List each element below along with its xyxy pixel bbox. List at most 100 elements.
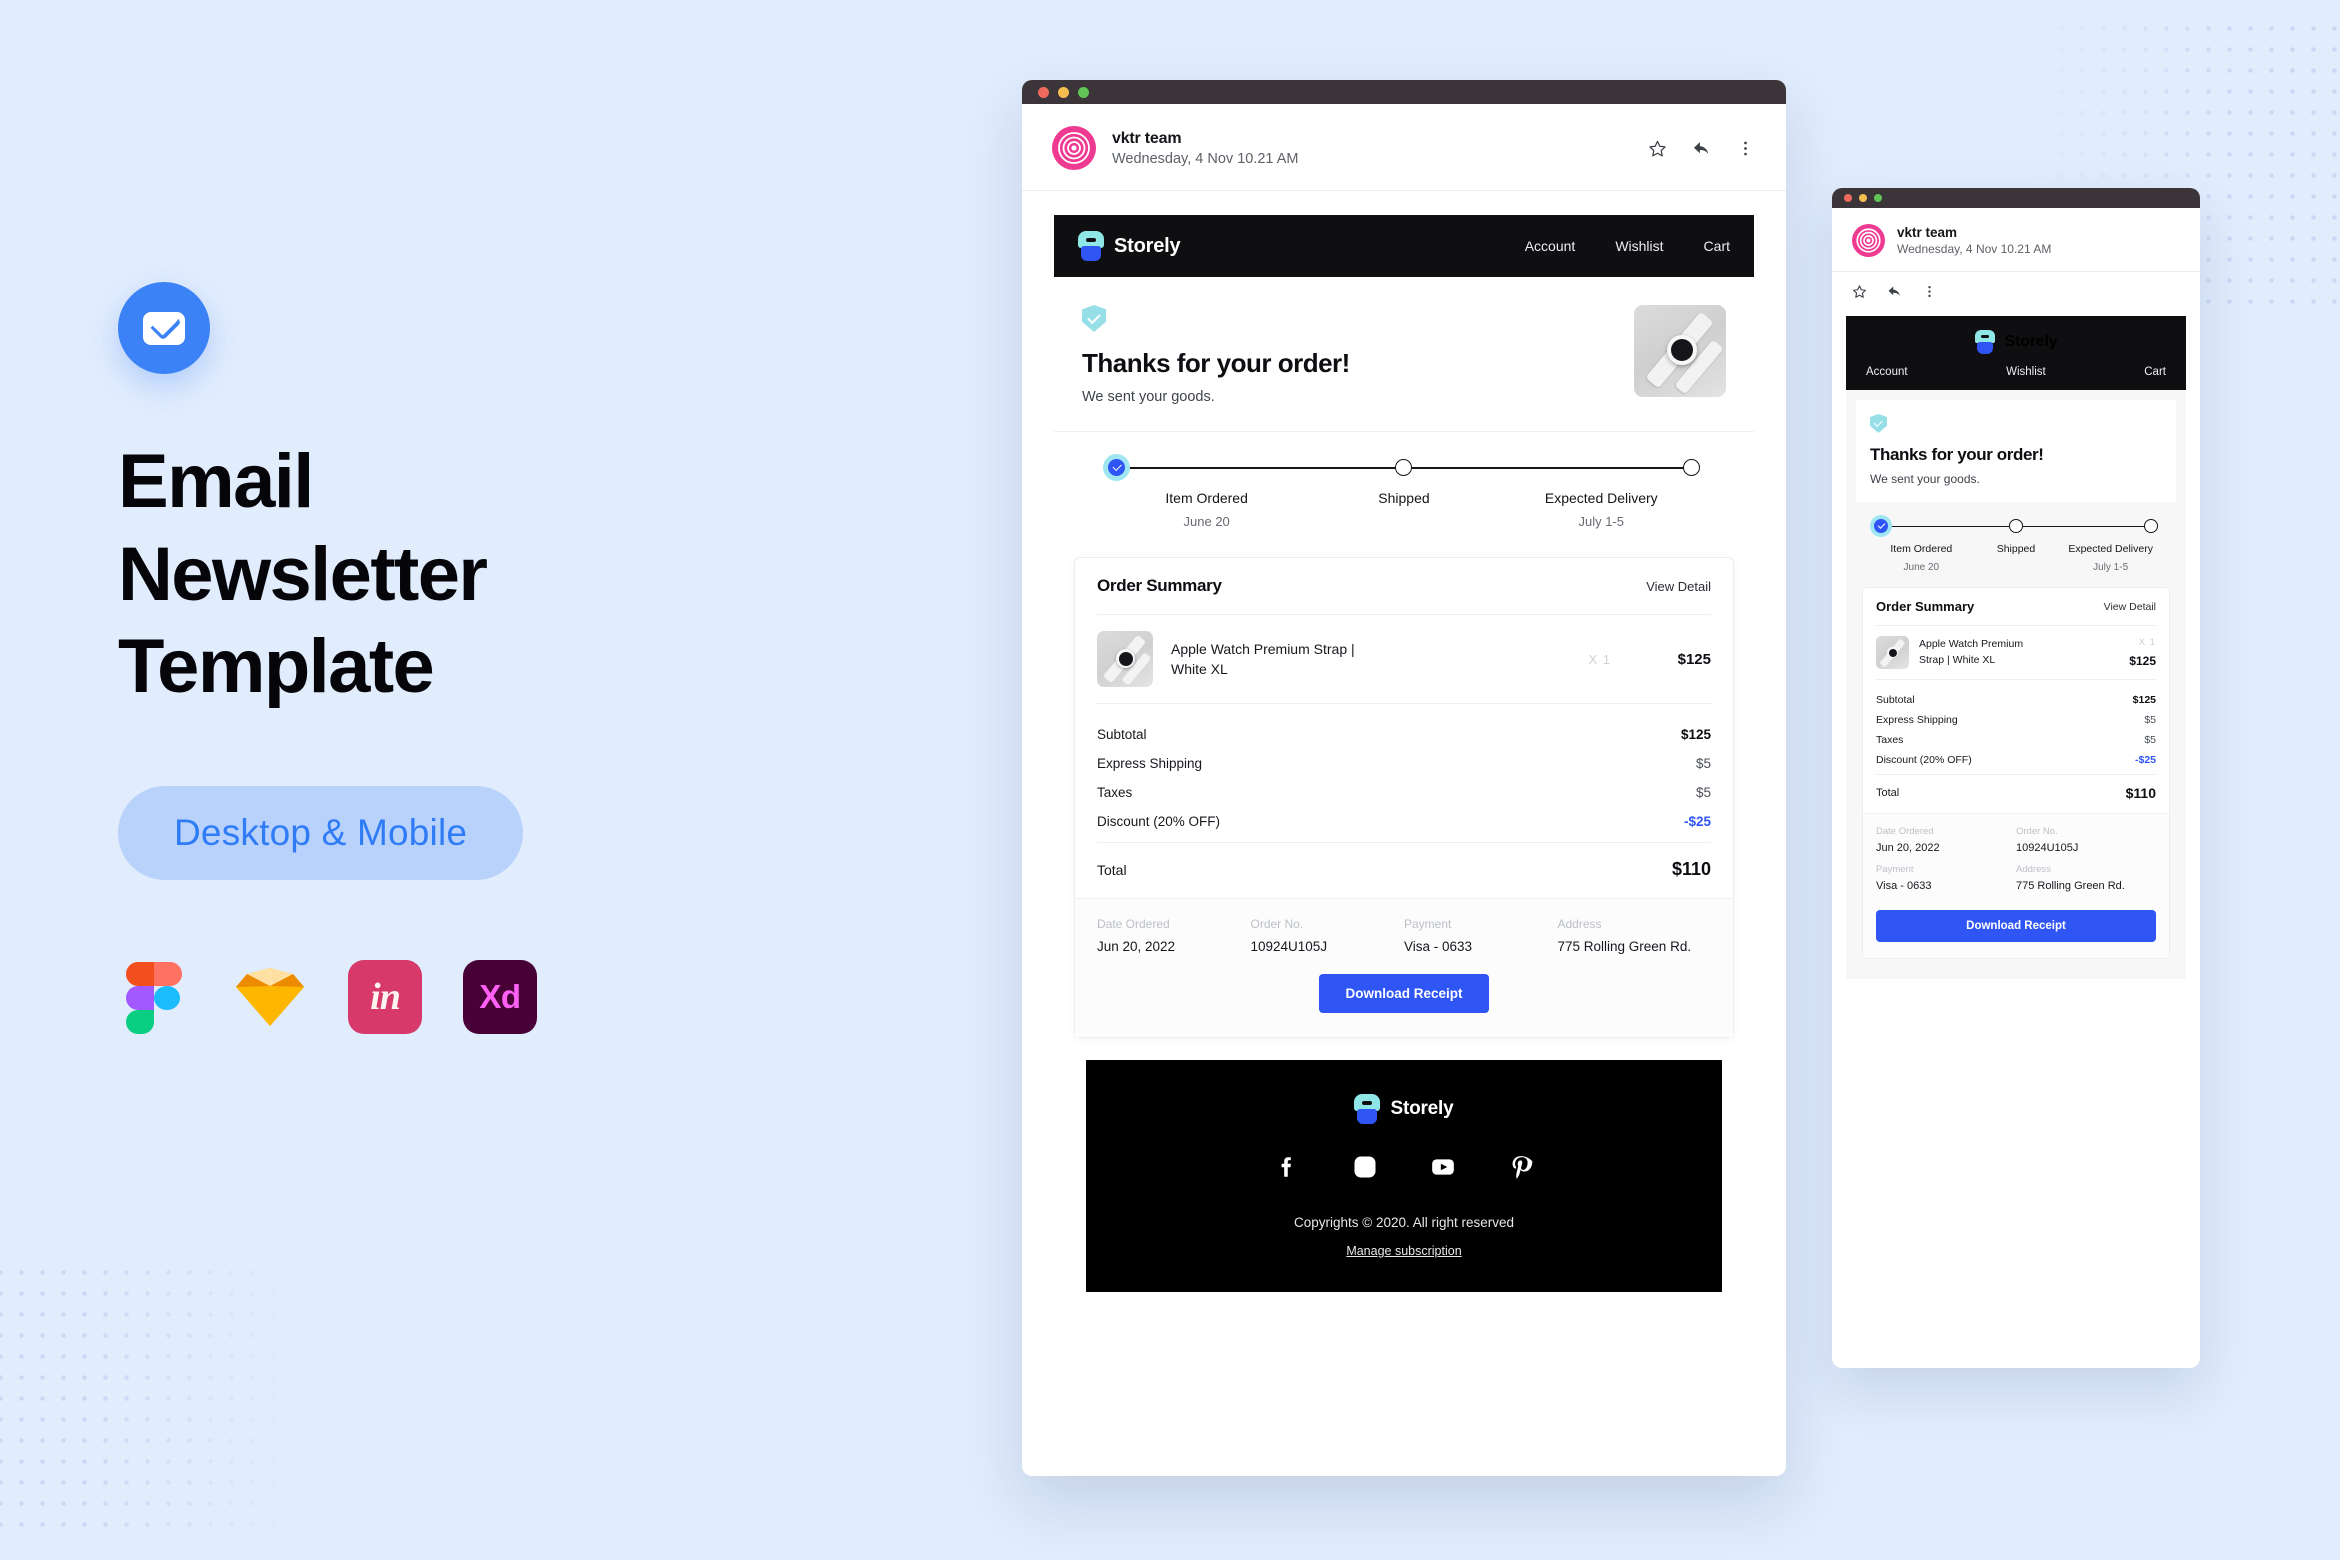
hero-section: Thanks for your order! We sent your good… <box>1054 277 1754 431</box>
more-vertical-icon[interactable] <box>1922 284 1937 304</box>
invision-icon: in <box>348 960 422 1035</box>
desktop-mobile-badge: Desktop & Mobile <box>118 786 524 881</box>
meta-payment: Payment Visa - 0633 <box>1876 864 2016 892</box>
window-minimize-button[interactable] <box>1859 194 1867 202</box>
total-row: Total $110 <box>1075 843 1733 898</box>
order-meta: Date Ordered Jun 20, 2022 Order No. 1092… <box>1075 898 1733 960</box>
tracker-step-2: Shipped <box>1305 490 1502 529</box>
tracker-line <box>1874 518 2158 533</box>
promo-panel: Email Newsletter Template Desktop & Mobi… <box>118 282 818 1035</box>
view-detail-link[interactable]: View Detail <box>2104 601 2156 613</box>
download-receipt-button[interactable]: Download Receipt <box>1876 910 2156 943</box>
youtube-icon[interactable] <box>1430 1154 1456 1185</box>
product-name: Apple Watch Premium Strap | White XL <box>1171 640 1355 677</box>
price-row-subtotal: Subtotal $125 <box>1876 690 2156 710</box>
window-maximize-button[interactable] <box>1874 194 1882 202</box>
reply-icon[interactable] <box>1690 137 1712 159</box>
nav-link-wishlist[interactable]: Wishlist <box>1615 238 1663 254</box>
store-brand: Storely <box>1846 330 2186 354</box>
store-navbar: Storely Account Wishlist Cart <box>1054 215 1754 277</box>
meta-value: 775 Rolling Green Rd. <box>1557 939 1692 954</box>
xd-label: Xd <box>479 978 521 1016</box>
order-summary-title: Order Summary <box>1876 599 1975 615</box>
copyright-text: Copyrights © 2020. All right reserved <box>1293 1215 1515 1230</box>
window-close-button[interactable] <box>1844 194 1852 202</box>
email-body: Storely Account Wishlist Cart Thanks for… <box>1022 191 1786 1292</box>
product-hero-image <box>1634 305 1726 397</box>
more-vertical-icon[interactable] <box>1734 137 1756 159</box>
price-row-discount: Discount (20% OFF) -$25 <box>1097 807 1711 836</box>
price-row-taxes: Taxes $5 <box>1876 730 2156 750</box>
price-row-shipping: Express Shipping $5 <box>1876 710 2156 730</box>
price-row-value: $5 <box>2144 714 2156 727</box>
mobile-sender-info: vktr team Wednesday, 4 Nov 10.21 AM <box>1897 225 2051 256</box>
hero-heading: Thanks for your order! <box>1082 348 1350 378</box>
meta-payment: Payment Visa - 0633 <box>1404 917 1558 954</box>
order-item-row: Apple Watch Premium Strap | White XL X 1… <box>1075 615 1733 703</box>
meta-date-ordered: Date Ordered Jun 20, 2022 <box>1097 917 1251 954</box>
nav-link-cart[interactable]: Cart <box>1704 238 1730 254</box>
tracker-step-3-date: July 1-5 <box>2093 562 2129 574</box>
meta-date-ordered: Date Ordered Jun 20, 2022 <box>1876 826 2016 854</box>
pinterest-icon[interactable] <box>1508 1154 1534 1185</box>
sent-timestamp: Wednesday, 4 Nov 10.21 AM <box>1112 150 1299 167</box>
sent-timestamp: Wednesday, 4 Nov 10.21 AM <box>1897 242 2052 256</box>
tracker-step-2-title: Shipped <box>1996 543 2036 555</box>
meta-order-no: Order No. 10924U105J <box>1251 917 1405 954</box>
tracker-node-shipped <box>1395 458 1413 476</box>
star-icon[interactable] <box>1852 284 1867 304</box>
sender-info: vktr team Wednesday, 4 Nov 10.21 AM <box>1112 130 1298 167</box>
meta-label: Date Ordered <box>1097 917 1170 931</box>
order-tracker: Item Ordered June 20 Shipped Expected De… <box>1054 431 1754 557</box>
download-receipt-button[interactable]: Download Receipt <box>1319 974 1489 1013</box>
window-minimize-button[interactable] <box>1058 86 1069 98</box>
instagram-icon[interactable] <box>1352 1154 1378 1185</box>
tracker-node-expected-delivery <box>1682 458 1700 476</box>
desktop-email-window: vktr team Wednesday, 4 Nov 10.21 AM Stor… <box>1022 80 1786 1476</box>
nav-link-cart[interactable]: Cart <box>2144 366 2166 378</box>
price-row-label: Discount (20% OFF) <box>1097 814 1221 829</box>
hero-subheading: We sent your goods. <box>1082 389 1215 405</box>
order-summary-title: Order Summary <box>1097 576 1222 595</box>
nav-link-wishlist[interactable]: Wishlist <box>2006 366 2046 378</box>
footer-brand-name: Storely <box>1390 1098 1454 1119</box>
meta-label: Order No. <box>1250 917 1304 931</box>
facebook-icon[interactable] <box>1274 1154 1300 1185</box>
price-row-label: Discount (20% OFF) <box>1876 754 1972 767</box>
tracker-node-expected-delivery <box>2143 518 2158 533</box>
manage-subscription-link[interactable]: Manage subscription <box>1346 1244 1461 1258</box>
window-close-button[interactable] <box>1038 86 1049 98</box>
price-row-value: -$25 <box>2134 754 2156 767</box>
product-quantity: X 1 <box>1588 651 1611 667</box>
meta-label: Address <box>1557 917 1602 931</box>
product-price: $125 <box>2129 654 2156 669</box>
order-summary-card: Order Summary View Detail Apple Watch Pr… <box>1074 557 1734 1038</box>
tracker-step-1-date: June 20 <box>1183 514 1230 529</box>
mobile-email-body: Storely Account Wishlist Cart Thanks for… <box>1832 316 2200 980</box>
email-actions <box>1646 137 1756 159</box>
price-row-label: Express Shipping <box>1876 714 1958 727</box>
window-maximize-button[interactable] <box>1078 86 1089 98</box>
star-icon[interactable] <box>1646 137 1668 159</box>
nav-link-account[interactable]: Account <box>1866 366 1908 378</box>
order-summary-header: Order Summary View Detail <box>1075 558 1733 614</box>
reply-icon[interactable] <box>1887 284 1902 304</box>
order-summary-header: Order Summary View Detail <box>1863 588 2169 625</box>
order-meta-row-2: Payment Visa - 0633 Address 775 Rolling … <box>1876 864 2156 892</box>
mobile-tracker-labels: Item Ordered June 20 Shipped Expected De… <box>1874 543 2158 573</box>
total-label: Total <box>1876 787 1900 800</box>
meta-label: Payment <box>1876 864 1914 876</box>
storely-logo-icon <box>1078 231 1104 261</box>
social-links <box>1086 1154 1722 1185</box>
view-detail-link[interactable]: View Detail <box>1646 579 1711 594</box>
mobile-order-summary-card: Order Summary View Detail Apple Watch Pr… <box>1862 587 2170 960</box>
nav-link-account[interactable]: Account <box>1525 238 1576 254</box>
tracker-step-3-date: July 1-5 <box>1578 514 1625 529</box>
price-row-subtotal: Subtotal $125 <box>1097 720 1711 749</box>
price-row-taxes: Taxes $5 <box>1097 778 1711 807</box>
store-nav-links: Account Wishlist Cart <box>1525 238 1730 254</box>
email-footer: Storely Copyrights © 2020. All right res… <box>1086 1060 1722 1292</box>
shield-check-icon <box>1082 305 1106 332</box>
mobile-window-titlebar <box>1832 188 2200 208</box>
tracker-step-3-title: Expected Delivery <box>1544 490 1658 506</box>
